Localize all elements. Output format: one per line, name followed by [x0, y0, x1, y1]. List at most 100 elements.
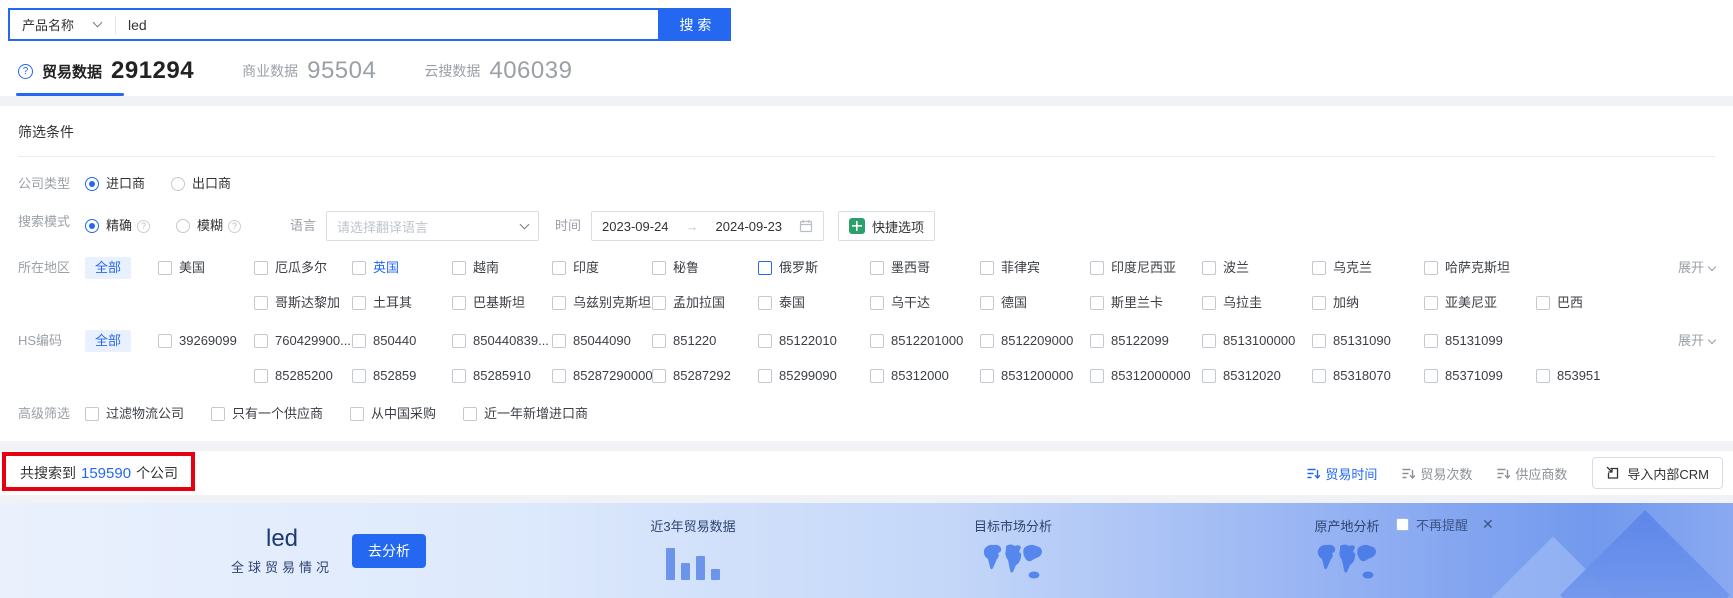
region-checkbox-item[interactable]: 厄瓜多尔 — [254, 257, 352, 279]
hs-checkbox-item[interactable]: 85287290000 — [552, 365, 653, 387]
checkbox[interactable] — [463, 407, 478, 421]
checkbox[interactable] — [254, 261, 269, 275]
hs-checkbox-item[interactable]: 85131090 — [1312, 330, 1424, 352]
region-checkbox-item[interactable]: 乌克兰 — [1312, 257, 1424, 279]
checkbox[interactable] — [1424, 334, 1439, 348]
hs-checkbox-item[interactable]: 85122099 — [1090, 330, 1202, 352]
close-icon[interactable]: ✕ — [1482, 516, 1494, 533]
checkbox[interactable] — [1536, 296, 1551, 310]
region-checkbox-item[interactable]: 巴西 — [1536, 292, 1668, 314]
radio-icon[interactable] — [171, 177, 186, 191]
region-checkbox-item[interactable]: 俄罗斯 — [758, 257, 870, 279]
search-button[interactable]: 搜 索 — [660, 8, 731, 41]
checkbox[interactable] — [552, 261, 567, 275]
language-select[interactable]: 请选择翻译语言 — [326, 211, 540, 241]
checkbox[interactable] — [652, 369, 667, 383]
search-input[interactable] — [128, 10, 658, 39]
checkbox[interactable] — [352, 334, 367, 348]
region-checkbox-item[interactable]: 斯里兰卡 — [1090, 292, 1202, 314]
hs-expand-button[interactable]: 展开 — [1678, 330, 1717, 352]
region-checkbox-item[interactable]: 美国 — [158, 257, 254, 279]
checkbox[interactable] — [158, 261, 173, 275]
hs-checkbox-item[interactable]: 852859 — [352, 365, 452, 387]
sort-button[interactable]: 贸易时间 — [1307, 464, 1377, 483]
region-checkbox-item[interactable]: 印度 — [552, 257, 652, 279]
advanced-checkbox-item[interactable]: 过滤物流公司 — [85, 403, 184, 425]
region-checkbox-item[interactable]: 巴基斯坦 — [452, 292, 552, 314]
checkbox[interactable] — [352, 261, 367, 275]
date-range-picker[interactable]: 2023-09-24 → 2024-09-23 — [591, 211, 825, 241]
tab[interactable]: ? 商业数据 95504 — [242, 57, 376, 96]
radio-option[interactable]: 精确 ? — [85, 215, 151, 237]
checkbox[interactable] — [452, 296, 467, 310]
checkbox[interactable] — [1202, 296, 1217, 310]
region-checkbox-item[interactable]: 乌干达 — [870, 292, 980, 314]
hs-checkbox-item[interactable]: 850440839... — [452, 330, 552, 352]
checkbox[interactable] — [1202, 369, 1217, 383]
radio-icon[interactable] — [176, 219, 191, 233]
checkbox[interactable] — [352, 369, 367, 383]
advanced-checkbox-item[interactable]: 从中国采购 — [350, 403, 436, 425]
region-checkbox-item[interactable]: 德国 — [980, 292, 1090, 314]
checkbox[interactable] — [652, 261, 667, 275]
sort-button[interactable]: 贸易次数 — [1402, 464, 1472, 483]
import-crm-button[interactable]: 导入内部CRM — [1592, 457, 1723, 489]
checkbox[interactable] — [1090, 334, 1105, 348]
region-checkbox-item[interactable]: 越南 — [452, 257, 552, 279]
checkbox[interactable] — [158, 334, 173, 348]
hs-checkbox-item[interactable]: 85285200 — [254, 365, 352, 387]
checkbox[interactable] — [211, 407, 226, 421]
quick-options-button[interactable]: 快捷选项 — [838, 211, 936, 241]
checkbox[interactable] — [254, 369, 269, 383]
checkbox[interactable] — [758, 261, 773, 275]
checkbox[interactable] — [980, 369, 995, 383]
hs-checkbox-item[interactable]: 85312020 — [1202, 365, 1312, 387]
region-checkbox-item[interactable]: 亚美尼亚 — [1424, 292, 1536, 314]
hs-checkbox-item[interactable]: 85318070 — [1312, 365, 1424, 387]
checkbox[interactable] — [980, 334, 995, 348]
sort-button[interactable]: 供应商数 — [1497, 464, 1567, 483]
checkbox[interactable] — [1202, 334, 1217, 348]
checkbox[interactable] — [1424, 296, 1439, 310]
tab[interactable]: ? 贸易数据 291294 — [15, 57, 194, 96]
checkbox[interactable] — [1536, 369, 1551, 383]
hs-checkbox-item[interactable]: 8531200000 — [980, 365, 1090, 387]
checkbox[interactable] — [1090, 296, 1105, 310]
region-checkbox-item[interactable]: 菲律宾 — [980, 257, 1090, 279]
region-checkbox-item[interactable]: 哈萨克斯坦 — [1424, 257, 1536, 279]
analyze-button[interactable]: 去分析 — [352, 533, 426, 568]
banner-card-trade-data[interactable]: 近3年贸易数据 — [628, 516, 758, 580]
radio-icon[interactable] — [85, 177, 99, 191]
checkbox[interactable] — [870, 334, 885, 348]
region-checkbox-item[interactable]: 秘鲁 — [652, 257, 758, 279]
checkbox[interactable] — [552, 296, 567, 310]
checkbox[interactable] — [452, 261, 467, 275]
radio-option[interactable]: 进口商 ? — [85, 173, 145, 195]
dismiss-checkbox[interactable] — [1396, 518, 1409, 531]
checkbox[interactable] — [254, 296, 269, 310]
advanced-checkbox-item[interactable]: 只有一个供应商 — [211, 403, 323, 425]
region-checkbox-item[interactable]: 乌兹别克斯坦 — [552, 292, 652, 314]
region-checkbox-item[interactable]: 加纳 — [1312, 292, 1424, 314]
checkbox[interactable] — [552, 369, 567, 383]
checkbox[interactable] — [1312, 369, 1327, 383]
region-checkbox-item[interactable]: 哥斯达黎加 — [254, 292, 352, 314]
checkbox[interactable] — [870, 369, 885, 383]
region-checkbox-item[interactable]: 英国 — [352, 257, 452, 279]
checkbox[interactable] — [1424, 369, 1439, 383]
checkbox[interactable] — [452, 369, 467, 383]
result-count[interactable]: 159590 — [81, 465, 131, 482]
region-checkbox-item[interactable]: 泰国 — [758, 292, 870, 314]
checkbox[interactable] — [758, 369, 773, 383]
checkbox[interactable] — [1090, 369, 1105, 383]
radio-icon[interactable] — [85, 219, 99, 233]
checkbox[interactable] — [85, 407, 99, 421]
checkbox[interactable] — [1424, 261, 1439, 275]
region-checkbox-item[interactable]: 孟加拉国 — [652, 292, 758, 314]
region-checkbox-item[interactable]: 波兰 — [1202, 257, 1312, 279]
hs-checkbox-item[interactable]: 760429900... — [254, 330, 352, 352]
banner-card-target-market[interactable]: 目标市场分析 — [948, 516, 1078, 586]
region-all-chip[interactable]: 全部 — [85, 257, 132, 279]
region-checkbox-item[interactable]: 土耳其 — [352, 292, 452, 314]
checkbox[interactable] — [1312, 296, 1327, 310]
